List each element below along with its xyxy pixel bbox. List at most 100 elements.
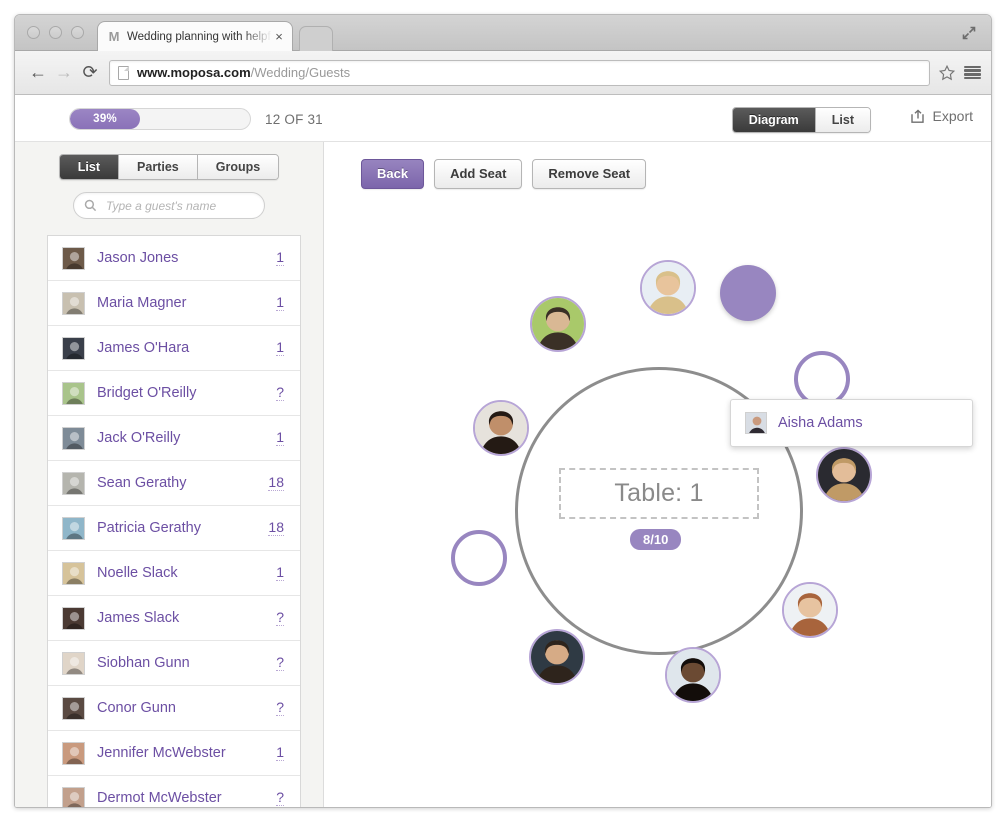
back-icon[interactable]: ← — [25, 60, 51, 86]
dragging-seat[interactable] — [720, 265, 776, 321]
guest-row[interactable]: Patricia Gerathy 18 — [48, 506, 300, 551]
occupied-seat[interactable] — [640, 260, 696, 316]
occupied-seat[interactable] — [473, 400, 529, 456]
progress-percent-label: 39% — [93, 113, 118, 125]
guest-table-number[interactable]: ? — [276, 655, 284, 671]
remove-seat-button[interactable]: Remove Seat — [532, 159, 647, 189]
url-path: /Wedding/Guests — [250, 65, 351, 80]
occupied-seat[interactable] — [665, 647, 721, 703]
guest-row[interactable]: Jack O'Reilly 1 — [48, 416, 300, 461]
sidebar-tab-list[interactable]: List — [59, 155, 119, 179]
guest-row[interactable]: Noelle Slack 1 — [48, 551, 300, 596]
drag-tooltip-name: Aisha Adams — [778, 415, 863, 431]
forward-icon[interactable]: → — [51, 60, 77, 86]
view-toggle-diagram[interactable]: Diagram — [732, 108, 815, 132]
reload-icon[interactable]: ⟳ — [77, 60, 103, 86]
guest-table-number[interactable]: ? — [276, 790, 284, 806]
guest-avatar — [62, 381, 85, 405]
guest-name: Dermot McWebster — [97, 790, 222, 806]
drag-tooltip-avatar — [745, 412, 767, 434]
occupied-seat[interactable] — [782, 582, 838, 638]
rsvp-progress: 39% 12 OF 31 — [69, 108, 323, 130]
back-button[interactable]: Back — [361, 159, 425, 189]
guest-name: Bridget O'Reilly — [97, 385, 197, 401]
search-input[interactable] — [104, 197, 265, 214]
add-seat-button[interactable]: Add Seat — [434, 159, 523, 189]
address-bar-text: www.moposa.com/Wedding/Guests — [137, 65, 350, 80]
occupied-seat[interactable] — [816, 447, 872, 503]
guest-row[interactable]: Jason Jones 1 — [48, 236, 300, 281]
guest-row[interactable]: Bridget O'Reilly? — [48, 371, 300, 416]
guest-name: James Slack — [97, 610, 180, 626]
diagram-action-buttons: Back Add Seat Remove Seat — [361, 159, 647, 189]
guest-name: Conor Gunn — [97, 700, 176, 716]
view-toggle-list[interactable]: List — [814, 108, 870, 132]
guest-row[interactable]: Maria Magner 1 — [48, 281, 300, 326]
sidebar-tab-parties[interactable]: Parties — [118, 155, 197, 179]
guest-name: Jack O'Reilly — [97, 430, 181, 446]
guest-name: Patricia Gerathy — [97, 520, 201, 536]
window-maximize-button[interactable] — [71, 26, 84, 39]
guest-table-number[interactable]: 1 — [276, 250, 284, 266]
guest-table-number[interactable]: ? — [276, 700, 284, 716]
guest-table-number[interactable]: 1 — [276, 295, 284, 311]
fullscreen-icon[interactable] — [961, 25, 977, 41]
guest-table-number[interactable]: ? — [276, 610, 284, 626]
bookmark-star-icon[interactable] — [938, 64, 956, 82]
guest-table-number[interactable]: 18 — [268, 520, 284, 536]
progress-count-label: 12 OF 31 — [265, 111, 323, 127]
window-controls[interactable] — [27, 26, 84, 39]
guest-avatar — [62, 696, 85, 720]
browser-tab[interactable]: M Wedding planning with helpf × — [97, 21, 293, 51]
sidebar-tabs-group[interactable]: List Parties Groups — [58, 154, 280, 180]
guest-row[interactable]: Jennifer McWebster 1 — [48, 731, 300, 776]
guest-table-number[interactable]: 18 — [268, 475, 284, 491]
guest-avatar — [62, 426, 85, 450]
app-toolbar: 39% 12 OF 31 Diagram List Export — [15, 95, 991, 142]
export-button[interactable]: Export — [910, 108, 973, 124]
guest-row[interactable]: James Slack? — [48, 596, 300, 641]
table-label: Table: 1 — [614, 479, 704, 507]
page-document-icon — [118, 65, 129, 80]
export-label: Export — [932, 108, 973, 124]
progress-track: 39% — [69, 108, 251, 130]
guest-table-number[interactable]: 1 — [276, 430, 284, 446]
window-minimize-button[interactable] — [49, 26, 62, 39]
guest-table-number[interactable]: 1 — [276, 565, 284, 581]
window-close-button[interactable] — [27, 26, 40, 39]
guest-avatar — [62, 246, 85, 270]
guest-name: Siobhan Gunn — [97, 655, 190, 671]
app-container: 39% 12 OF 31 Diagram List Export List Pa… — [15, 95, 991, 807]
guest-row[interactable]: Dermot McWebster? — [48, 776, 300, 807]
guest-table-number[interactable]: ? — [276, 385, 284, 401]
seating-diagram-panel: Back Add Seat Remove Seat Table: 1 8/10 — [325, 142, 991, 807]
guest-name: Jennifer McWebster — [97, 745, 226, 761]
guest-name: Sean Gerathy — [97, 475, 187, 491]
guest-avatar — [62, 741, 85, 765]
guest-table-number[interactable]: 1 — [276, 340, 284, 356]
guest-name: Noelle Slack — [97, 565, 178, 581]
table-diagram: Table: 1 8/10 Aisha Adams — [325, 202, 991, 807]
guest-row[interactable]: Sean Gerathy 18 — [48, 461, 300, 506]
new-tab-button[interactable] — [299, 26, 333, 51]
guest-row[interactable]: James O'Hara 1 — [48, 326, 300, 371]
browser-tab-strip: M Wedding planning with helpf × — [15, 15, 991, 51]
empty-seat[interactable] — [451, 530, 507, 586]
occupied-seat[interactable] — [530, 296, 586, 352]
browser-url-bar: ← → ⟳ www.moposa.com/Wedding/Guests — [15, 51, 991, 95]
export-icon — [910, 108, 927, 124]
guest-row[interactable]: Siobhan Gunn? — [48, 641, 300, 686]
guest-table-number[interactable]: 1 — [276, 745, 284, 761]
tab-close-icon[interactable]: × — [272, 29, 286, 44]
view-toggle[interactable]: Diagram List — [731, 107, 871, 133]
browser-menu-icon[interactable] — [964, 65, 981, 80]
guest-name: Jason Jones — [97, 250, 179, 266]
guest-search[interactable] — [73, 192, 265, 219]
tab-favicon-icon: M — [108, 28, 120, 44]
occupied-seat[interactable] — [529, 629, 585, 685]
guest-row[interactable]: Conor Gunn? — [48, 686, 300, 731]
sidebar-tab-groups[interactable]: Groups — [196, 155, 279, 179]
table-drop-zone[interactable]: Table: 1 — [559, 468, 759, 519]
address-bar[interactable]: www.moposa.com/Wedding/Guests — [109, 59, 930, 86]
browser-window: M Wedding planning with helpf × ← → ⟳ ww… — [14, 14, 992, 808]
